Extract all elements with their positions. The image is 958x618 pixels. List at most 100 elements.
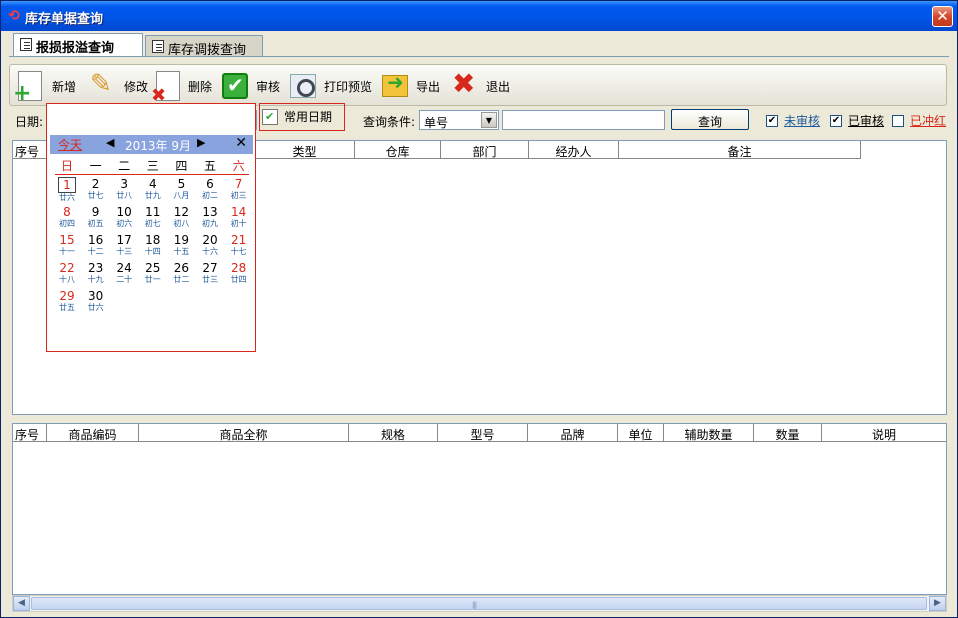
pencil-icon [88, 69, 120, 101]
scroll-right-icon[interactable]: ▶ [929, 596, 946, 611]
day-number: 21 [230, 233, 247, 247]
audit-button[interactable]: 审核 [222, 69, 280, 103]
column-header[interactable]: 商品编码 [47, 424, 139, 442]
calendar-day[interactable]: 15 十一 [53, 233, 81, 257]
column-header[interactable]: 单位 [618, 424, 664, 442]
today-link[interactable]: 今天 [58, 136, 82, 153]
tab-transfer-query[interactable]: 库存调拨查询 [145, 35, 263, 58]
title-bar[interactable]: ⟲ 库存单据查询 ✕ [1, 1, 957, 31]
items-grid[interactable]: 序号 商品编码 商品全称 规格 型号 品牌 单位 辅助数量 数量 说明 [12, 423, 947, 595]
lunar-date: 廿六 [59, 193, 75, 202]
weekday-label: 六 [232, 159, 245, 173]
checkbox-checked-icon[interactable]: ✔ [830, 114, 842, 127]
calendar-day[interactable]: 18 十四 [139, 233, 167, 257]
calendar-day[interactable]: 19 十五 [167, 233, 195, 257]
app-logo-icon: ⟲ [8, 8, 20, 24]
toolbar: 新增 修改 删除 审核 打印预览 导出 退出 [9, 64, 947, 106]
calendar-day[interactable]: 12 初八 [167, 205, 195, 229]
calendar-day[interactable]: 13 初九 [196, 205, 224, 229]
calendar-day[interactable]: 3 廿八 [110, 177, 138, 201]
calendar-day[interactable]: 29 廿五 [53, 289, 81, 313]
column-header[interactable]: 说明 [822, 424, 946, 442]
calendar-day[interactable]: 23 十九 [82, 261, 110, 285]
column-header[interactable]: 经办人 [529, 141, 619, 159]
column-header[interactable]: 序号 [13, 424, 47, 442]
lunar-date: 初八 [173, 219, 190, 228]
calendar-day[interactable]: 25 廿一 [139, 261, 167, 285]
common-date-button[interactable]: 常用日期 [259, 103, 345, 131]
weekday-label: 二 [118, 159, 131, 173]
day-number: 14 [230, 205, 247, 219]
exit-button[interactable]: 退出 [450, 67, 510, 103]
weekday-label: 一 [89, 159, 102, 173]
window-close-button[interactable]: ✕ [932, 6, 953, 27]
column-header[interactable]: 数量 [754, 424, 822, 442]
column-header[interactable]: 备注 [619, 141, 861, 159]
print-preview-button[interactable]: 打印预览 [290, 69, 372, 103]
calendar-day[interactable]: 24 二十 [110, 261, 138, 285]
calendar-day[interactable]: 7 初三 [225, 177, 253, 201]
checkmark-icon [222, 73, 248, 99]
prev-month-icon[interactable]: ◀ [106, 136, 114, 149]
column-header[interactable]: 部门 [441, 141, 529, 159]
calendar-day[interactable]: 6 初二 [196, 177, 224, 201]
column-header[interactable]: 序号 [13, 141, 47, 159]
calendar-day[interactable]: 2 廿七 [82, 177, 110, 201]
weekday-label: 日 [60, 159, 73, 173]
calendar-day[interactable]: 8 初四 [53, 205, 81, 229]
checkbox-unchecked-icon[interactable] [892, 114, 904, 127]
tab-loss-overflow-query[interactable]: 报损报溢查询 [13, 33, 143, 57]
horizontal-scrollbar[interactable]: ◀ ||| ▶ [12, 595, 947, 612]
calendar-day[interactable]: 22 十八 [53, 261, 81, 285]
next-month-icon[interactable]: ▶ [197, 136, 205, 149]
column-header[interactable]: 规格 [349, 424, 438, 442]
column-header[interactable]: 品牌 [528, 424, 618, 442]
lunar-date: 十八 [59, 275, 75, 284]
calendar-day[interactable]: 27 廿三 [196, 261, 224, 285]
tab-divider [9, 56, 949, 57]
column-header[interactable]: 型号 [438, 424, 528, 442]
audited-checkbox[interactable]: ✔ 已审核 [830, 112, 884, 129]
checkbox-checked-icon[interactable]: ✔ [766, 114, 778, 127]
query-value-input[interactable] [502, 110, 665, 130]
calendar-day[interactable]: 20 十六 [196, 233, 224, 257]
calendar-day[interactable]: 9 初五 [82, 205, 110, 229]
new-button[interactable]: 新增 [13, 69, 76, 106]
calendar-day[interactable]: 26 廿二 [167, 261, 195, 285]
scroll-left-icon[interactable]: ◀ [13, 596, 30, 611]
delete-button[interactable]: 删除 [150, 69, 212, 106]
day-number: 24 [116, 261, 132, 275]
calendar-day[interactable]: 28 廿四 [225, 261, 253, 285]
unaudited-checkbox[interactable]: ✔ 未审核 [766, 112, 820, 129]
calendar-day[interactable]: 1 廿六 [53, 177, 81, 203]
calendar-day[interactable]: 30 廿六 [82, 289, 110, 313]
day-number: 5 [177, 177, 186, 191]
export-button[interactable]: 导出 [382, 69, 440, 103]
query-condition-label: 查询条件: [363, 115, 416, 129]
day-number: 11 [145, 205, 161, 219]
calendar-day[interactable]: 10 初六 [110, 205, 138, 229]
column-header[interactable]: 类型 [255, 141, 355, 159]
query-condition-select[interactable]: 单号 ▼ [419, 110, 499, 130]
calendar-day[interactable]: 4 廿九 [139, 177, 167, 201]
calendar-day[interactable]: 11 初七 [139, 205, 167, 229]
lunar-date: 十四 [144, 247, 161, 256]
lunar-date: 廿一 [144, 275, 161, 284]
chevron-down-icon[interactable]: ▼ [481, 112, 497, 128]
calendar-day[interactable]: 17 十三 [110, 233, 138, 257]
day-number: 7 [234, 177, 243, 191]
calendar-day[interactable]: 21 十七 [225, 233, 253, 257]
calendar-day[interactable]: 16 十二 [82, 233, 110, 257]
lunar-date: 初二 [202, 191, 218, 200]
scroll-thumb[interactable]: ||| [31, 597, 927, 610]
column-header[interactable]: 商品全称 [139, 424, 349, 442]
reversed-checkbox[interactable]: 已冲红 [892, 112, 946, 129]
calendar-day[interactable]: 5 八月 [167, 177, 195, 201]
calendar-day[interactable]: 14 初十 [225, 205, 253, 229]
close-icon[interactable]: ✕ [235, 135, 247, 151]
column-header[interactable]: 辅助数量 [664, 424, 754, 442]
column-header[interactable]: 仓库 [355, 141, 441, 159]
weekday-divider [55, 174, 249, 175]
edit-button[interactable]: 修改 [88, 69, 148, 103]
query-button[interactable]: 查询 [671, 109, 749, 130]
